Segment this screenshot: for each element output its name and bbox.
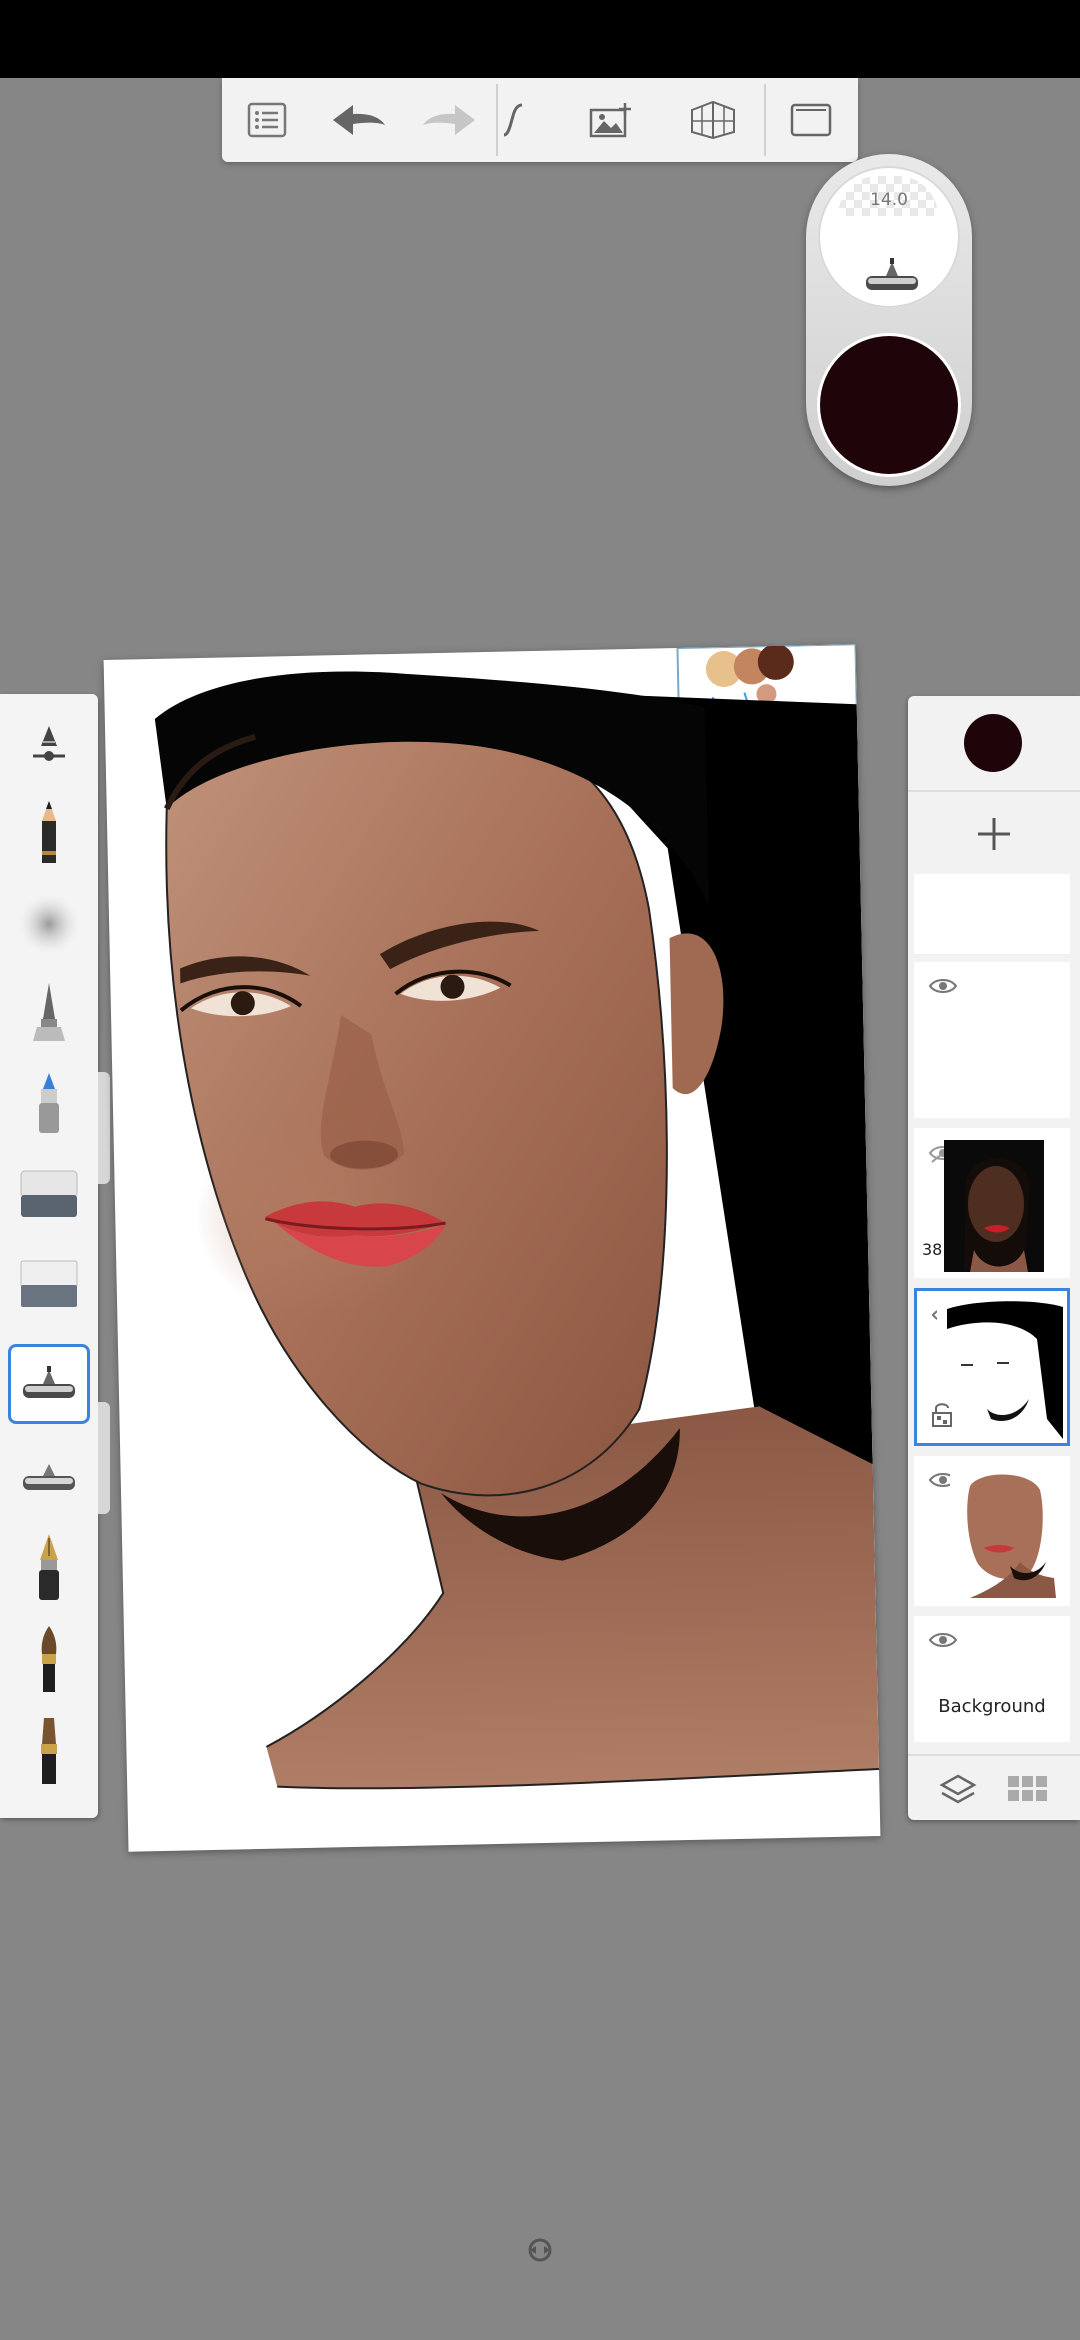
soft-eraser-icon[interactable]	[8, 1244, 90, 1324]
brush-puck[interactable]: 14.0	[806, 154, 972, 486]
add-image-icon[interactable]	[566, 78, 656, 162]
grid-view-icon[interactable]	[1006, 1774, 1050, 1804]
airbrush-icon[interactable]	[8, 1344, 90, 1424]
fullscreen-icon[interactable]	[766, 78, 856, 162]
paintbrush-icon[interactable]	[8, 1620, 90, 1700]
layers-footer	[908, 1756, 1080, 1820]
eraser-icon[interactable]	[8, 1154, 90, 1234]
panel-divider	[908, 790, 1080, 792]
tray-handle[interactable]	[98, 1072, 110, 1184]
eye-icon[interactable]	[928, 1630, 958, 1650]
drawing-canvas[interactable]	[103, 644, 881, 1852]
lock-icon[interactable]	[931, 1401, 953, 1427]
eye-icon[interactable]	[928, 976, 958, 996]
brush-size-opacity-control[interactable]: 14.0	[818, 166, 960, 308]
layer-opacity-label: 38	[922, 1240, 943, 1259]
layer-item[interactable]	[914, 1456, 1070, 1606]
airbrush-alt-icon[interactable]	[8, 1436, 90, 1516]
top-toolbar	[222, 78, 858, 162]
layer-thumbnail-reference	[944, 1140, 1044, 1272]
layers-stack-icon[interactable]	[938, 1772, 978, 1808]
layer-thumbnail-hair	[937, 1299, 1063, 1439]
plus-icon	[978, 818, 1010, 850]
redo-icon[interactable]	[404, 78, 494, 162]
layer-item[interactable]: 38	[914, 1128, 1070, 1278]
layer-item[interactable]	[914, 962, 1070, 1118]
flat-brush-icon[interactable]	[8, 1712, 90, 1792]
add-layer-button[interactable]	[908, 796, 1080, 872]
status-bar	[0, 0, 1080, 78]
list-icon[interactable]	[222, 78, 312, 162]
pencil-icon[interactable]	[8, 794, 90, 874]
color-swatch[interactable]	[820, 336, 958, 474]
stroke-curve-icon[interactable]	[492, 78, 534, 162]
airbrush-spray-icon[interactable]	[8, 884, 90, 964]
ink-pen-icon[interactable]	[8, 974, 90, 1054]
brush-settings-icon[interactable]	[8, 704, 90, 784]
layer-item-selected[interactable]	[914, 1288, 1070, 1446]
layers-panel: 38 Background	[908, 696, 1080, 1820]
layer-item[interactable]	[914, 874, 1070, 954]
brush-size-label: 14.0	[870, 190, 908, 210]
marker-icon[interactable]	[8, 1064, 90, 1144]
portrait-painting	[154, 644, 880, 1790]
fountain-pen-icon[interactable]	[8, 1528, 90, 1608]
layer-thumbnail-skin	[950, 1466, 1060, 1598]
airbrush-icon	[864, 258, 920, 298]
perspective-grid-icon[interactable]	[668, 78, 758, 162]
layer-item-background[interactable]: Background	[914, 1616, 1070, 1742]
brush-tray	[0, 694, 98, 1818]
tray-handle[interactable]	[98, 1402, 110, 1514]
layer-name: Background	[938, 1696, 1046, 1717]
canvas-reset-icon[interactable]	[526, 2236, 554, 2264]
current-color-chip[interactable]	[964, 714, 1022, 772]
undo-icon[interactable]	[314, 78, 404, 162]
